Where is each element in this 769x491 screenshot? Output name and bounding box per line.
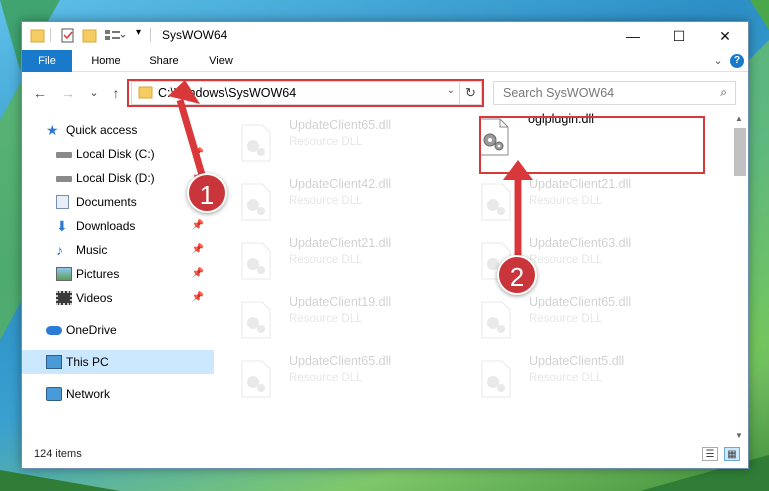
callout-badge-1: 1 [187, 173, 227, 213]
callout-badge-2: 2 [497, 255, 537, 295]
annotation-arrow-1 [168, 80, 533, 262]
